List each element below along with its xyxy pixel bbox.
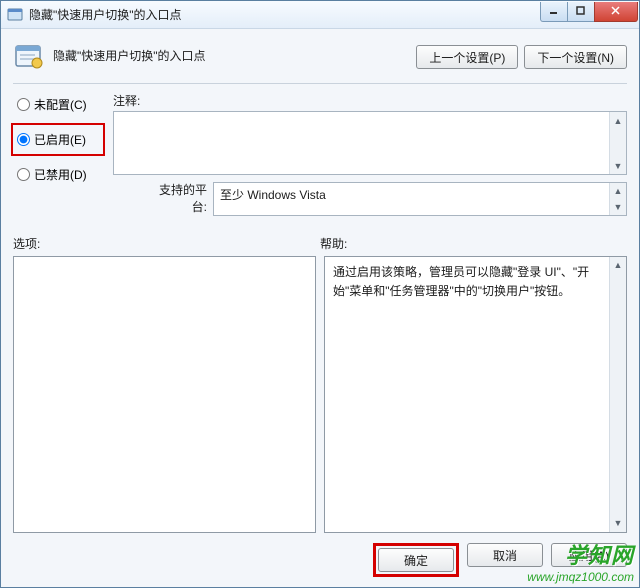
policy-title: 隐藏"快速用户切换"的入口点: [53, 41, 416, 64]
scroll-down-icon[interactable]: ▼: [610, 199, 626, 215]
dialog-content: 隐藏"快速用户切换"的入口点 上一个设置(P) 下一个设置(N) 未配置(C) …: [1, 29, 639, 587]
dialog-window: 隐藏"快速用户切换"的入口点: [0, 0, 640, 588]
panels: 通过启用该策略，管理员可以隐藏"登录 UI"、"开始"菜单和"任务管理器"中的"…: [13, 256, 627, 533]
window-title: 隐藏"快速用户切换"的入口点: [29, 6, 541, 23]
nav-buttons: 上一个设置(P) 下一个设置(N): [416, 41, 627, 69]
radio-disabled-input[interactable]: [17, 168, 30, 181]
divider: [13, 83, 627, 84]
radio-disabled-label: 已禁用(D): [34, 166, 87, 183]
platform-scrollbar[interactable]: ▲ ▼: [609, 183, 626, 215]
help-text: 通过启用该策略，管理员可以隐藏"登录 UI"、"开始"菜单和"任务管理器"中的"…: [333, 265, 589, 298]
header-row: 隐藏"快速用户切换"的入口点 上一个设置(P) 下一个设置(N): [13, 37, 627, 83]
options-panel: [13, 256, 316, 533]
platform-label: 支持的平台:: [113, 181, 213, 215]
help-scrollbar[interactable]: ▲ ▼: [609, 257, 626, 532]
policy-icon: [13, 41, 45, 73]
config-row: 未配置(C) 已启用(E) 已禁用(D) 注释: ▲ ▼: [13, 92, 627, 217]
radio-enabled[interactable]: 已启用(E): [11, 123, 105, 156]
radio-not-configured[interactable]: 未配置(C): [13, 94, 103, 115]
radio-group: 未配置(C) 已启用(E) 已禁用(D): [13, 92, 103, 185]
minimize-button[interactable]: [540, 2, 568, 22]
platform-value: 至少 Windows Vista: [220, 188, 326, 202]
radio-not-configured-label: 未配置(C): [34, 96, 87, 113]
radio-enabled-label: 已启用(E): [34, 131, 86, 148]
options-label: 选项:: [13, 235, 320, 252]
ok-button[interactable]: 确定: [378, 548, 454, 572]
help-panel: 通过启用该策略，管理员可以隐藏"登录 UI"、"开始"菜单和"任务管理器"中的"…: [324, 256, 627, 533]
close-button[interactable]: [594, 2, 638, 22]
ok-highlight: 确定: [373, 543, 459, 577]
previous-setting-button[interactable]: 上一个设置(P): [416, 45, 518, 69]
radio-disabled[interactable]: 已禁用(D): [13, 164, 103, 185]
next-setting-button[interactable]: 下一个设置(N): [524, 45, 627, 69]
maximize-button[interactable]: [567, 2, 595, 22]
comment-textbox[interactable]: ▲ ▼: [113, 111, 627, 175]
section-labels: 选项: 帮助:: [13, 235, 627, 252]
scroll-up-icon[interactable]: ▲: [610, 257, 626, 274]
scroll-up-icon[interactable]: ▲: [610, 183, 626, 199]
window-icon: [7, 7, 23, 23]
comment-scrollbar[interactable]: ▲ ▼: [609, 112, 626, 174]
platform-row: 支持的平台: 至少 Windows Vista ▲ ▼: [113, 181, 627, 217]
help-label: 帮助:: [320, 235, 627, 252]
platform-textbox[interactable]: 至少 Windows Vista ▲ ▼: [213, 182, 627, 216]
titlebar: 隐藏"快速用户切换"的入口点: [1, 1, 639, 29]
comment-column: 注释: ▲ ▼ 支持的平台: 至少 Windows Vista ▲ ▼: [113, 92, 627, 217]
scroll-down-icon[interactable]: ▼: [610, 157, 626, 174]
cancel-button[interactable]: 取消: [467, 543, 543, 567]
window-controls: [541, 2, 639, 22]
scroll-up-icon[interactable]: ▲: [610, 112, 626, 129]
scroll-down-icon[interactable]: ▼: [610, 515, 626, 532]
radio-not-configured-input[interactable]: [17, 98, 30, 111]
comment-label: 注释:: [113, 92, 627, 109]
radio-enabled-input[interactable]: [17, 133, 30, 146]
footer: 确定 取消 应用(A): [13, 533, 627, 577]
apply-button[interactable]: 应用(A): [551, 543, 627, 567]
